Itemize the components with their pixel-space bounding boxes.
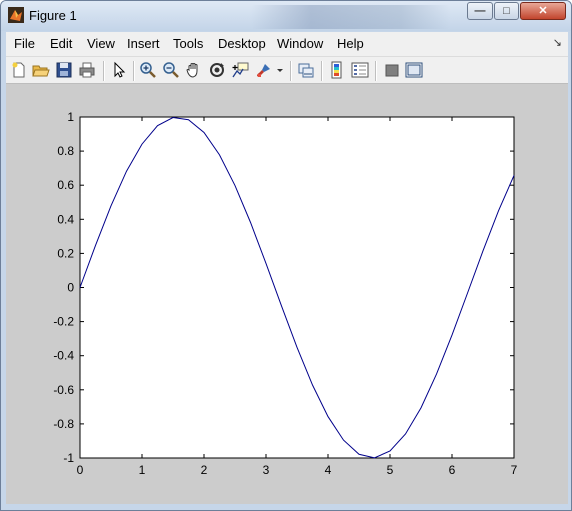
- zoom-in-icon[interactable]: [139, 61, 157, 79]
- y-tick-label: 0.2: [57, 246, 74, 260]
- menu-help[interactable]: Help: [337, 36, 364, 51]
- minimize-icon: —: [474, 5, 486, 17]
- toolbar-separator: [375, 61, 377, 81]
- x-tick-label: 2: [201, 463, 208, 477]
- y-tick-label: -1: [63, 451, 74, 465]
- figure-toolbar: [6, 56, 568, 84]
- menu-file[interactable]: File: [14, 36, 35, 51]
- toolbar-separator: [290, 61, 292, 81]
- menu-window[interactable]: Window: [277, 36, 323, 51]
- y-tick-label: 0: [67, 281, 74, 295]
- brush-icon[interactable]: [255, 61, 273, 79]
- title-bar-background: [251, 5, 451, 29]
- x-tick-label: 1: [139, 463, 146, 477]
- figure-window: Figure 1 — □ ✕ File Edit View Insert Too…: [0, 0, 572, 511]
- title-bar[interactable]: Figure 1 — □ ✕: [1, 1, 571, 31]
- maximize-icon: □: [503, 5, 510, 17]
- axes-box: [79, 116, 515, 459]
- x-tick-label: 7: [511, 463, 518, 477]
- y-tick-label: -0.4: [53, 349, 74, 363]
- save-icon[interactable]: [55, 61, 73, 79]
- y-tick-label: 0.4: [57, 212, 74, 226]
- y-tick-label: 0.8: [57, 144, 74, 158]
- x-tick-label: 6: [449, 463, 456, 477]
- show-plot-tools-icon[interactable]: [405, 61, 423, 79]
- insert-legend-icon[interactable]: [351, 61, 369, 79]
- link-plot-icon[interactable]: [297, 61, 315, 79]
- y-tick-label: -0.2: [53, 315, 74, 329]
- y-tick-label: 1: [67, 110, 74, 124]
- close-button[interactable]: ✕: [520, 2, 566, 20]
- x-tick-label: 0: [77, 463, 84, 477]
- rotate-3d-icon[interactable]: [208, 61, 226, 79]
- figure-canvas: 0 1 2 3 4 5 6 7 1 0.8 0.6 0.4 0.2 0 -0.2 -0.4 -0.6 -0.8 -1: [6, 84, 568, 504]
- maximize-button[interactable]: □: [494, 2, 519, 20]
- menu-bar: File Edit View Insert Tools Desktop Wind…: [6, 32, 568, 56]
- minimize-button[interactable]: —: [467, 2, 493, 20]
- x-tick-label: 3: [263, 463, 270, 477]
- y-tick-label: -0.6: [53, 383, 74, 397]
- matlab-icon: [8, 7, 24, 23]
- edit-plot-arrow-icon[interactable]: [110, 61, 128, 79]
- pan-hand-icon[interactable]: [185, 61, 203, 79]
- menu-insert[interactable]: Insert: [127, 36, 160, 51]
- menu-tools[interactable]: Tools: [173, 36, 203, 51]
- y-tick-label: -0.8: [53, 417, 74, 431]
- toolbar-separator: [133, 61, 135, 81]
- insert-colorbar-icon[interactable]: [328, 61, 346, 79]
- data-cursor-icon[interactable]: [231, 61, 249, 79]
- hide-plot-tools-icon[interactable]: [383, 61, 401, 79]
- x-tick-label: 5: [387, 463, 394, 477]
- window-title: Figure 1: [29, 8, 77, 23]
- menu-edit[interactable]: Edit: [50, 36, 72, 51]
- plot-axes[interactable]: 0 1 2 3 4 5 6 7 1 0.8 0.6 0.4 0.2 0 -0.2 -0.4 -0.6 -0.8 -1: [6, 84, 568, 504]
- close-icon: ✕: [538, 5, 548, 17]
- menu-desktop[interactable]: Desktop: [218, 36, 266, 51]
- brush-dropdown-icon[interactable]: [276, 61, 284, 79]
- print-icon[interactable]: [78, 61, 96, 79]
- toolbar-separator: [321, 61, 323, 81]
- open-file-icon[interactable]: [32, 61, 50, 79]
- dock-arrow-icon[interactable]: ↘: [553, 36, 562, 49]
- zoom-out-icon[interactable]: [162, 61, 180, 79]
- x-tick-label: 4: [325, 463, 332, 477]
- new-figure-icon[interactable]: [10, 61, 28, 79]
- toolbar-separator: [103, 61, 105, 81]
- y-tick-label: 0.6: [57, 178, 74, 192]
- menu-view[interactable]: View: [87, 36, 115, 51]
